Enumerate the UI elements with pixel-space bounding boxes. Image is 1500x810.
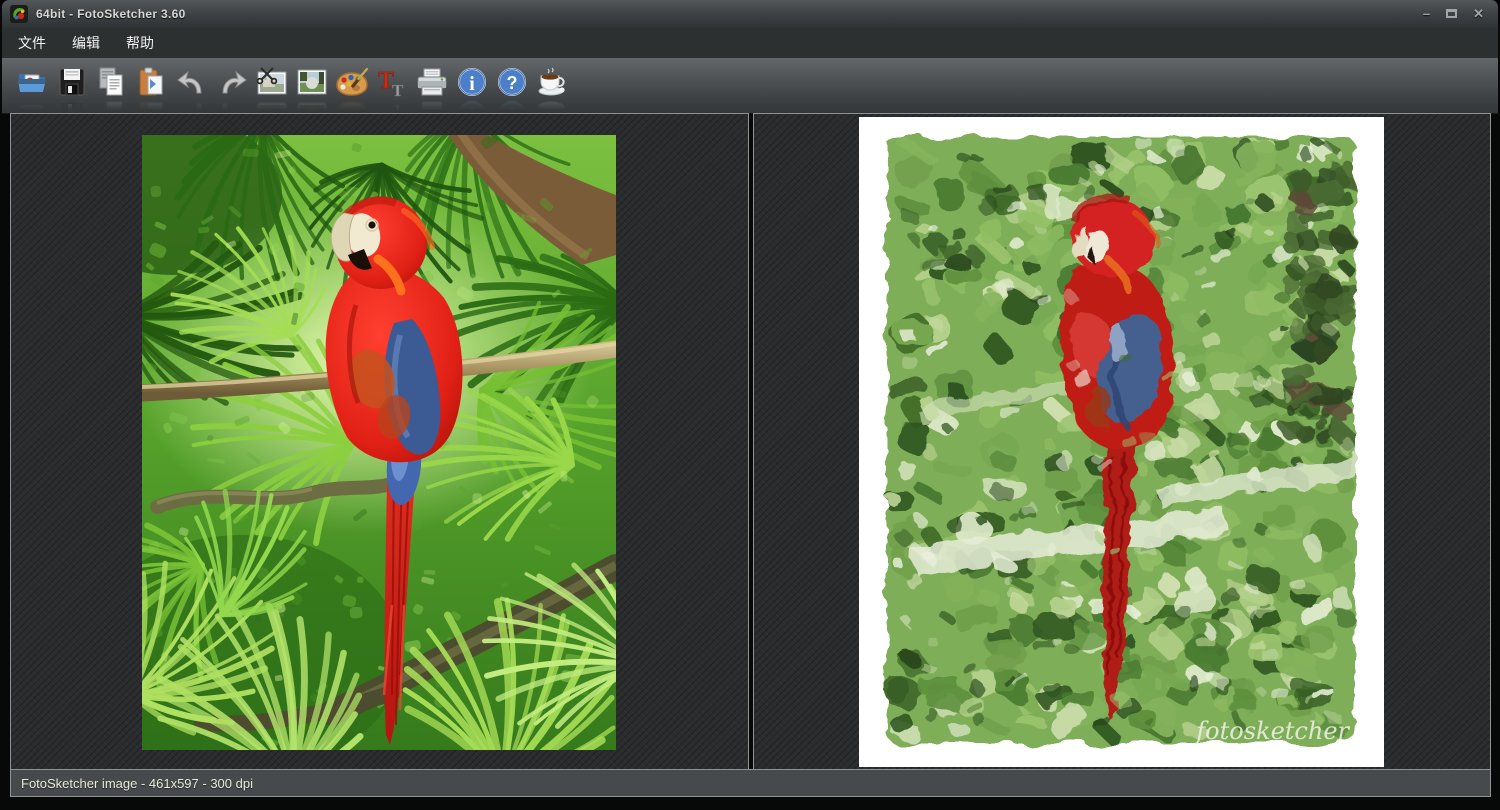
- copy-button[interactable]: [94, 64, 130, 108]
- menu-bar: 文件 编辑 帮助: [2, 28, 1498, 58]
- undo-button[interactable]: [174, 64, 210, 108]
- menu-item-help[interactable]: 帮助: [116, 29, 164, 57]
- add-text-button[interactable]: T T: [374, 64, 410, 108]
- photo-icon: [295, 66, 329, 98]
- redo-arrow-icon: [216, 66, 248, 98]
- redo-button[interactable]: [214, 64, 250, 108]
- menu-item-file[interactable]: 文件: [8, 29, 56, 57]
- text-tool-icon: T T: [376, 66, 408, 100]
- open-image-button[interactable]: [14, 64, 50, 108]
- toolbar: T T: [2, 58, 1498, 114]
- close-button[interactable]: ✕: [1473, 7, 1484, 21]
- original-photo-image: [142, 135, 616, 750]
- floppy-disk-icon: [56, 66, 88, 98]
- painted-image: fotosketcher: [859, 117, 1384, 767]
- status-text: FotoSketcher image - 461x597 - 300 dpi: [21, 776, 253, 791]
- open-folder-icon: [16, 66, 48, 98]
- donate-coffee-button[interactable]: [534, 64, 570, 108]
- clipboard-paste-icon: [136, 66, 168, 98]
- coffee-cup-icon: [535, 66, 569, 98]
- original-image-panel[interactable]: [10, 113, 749, 771]
- minimize-button[interactable]: –: [1423, 7, 1430, 21]
- crop-scissors-icon: [255, 66, 289, 98]
- info-button[interactable]: i: [454, 64, 490, 108]
- copy-pages-icon: [96, 66, 128, 98]
- paste-button[interactable]: [134, 64, 170, 108]
- drawing-parameters-button[interactable]: [334, 64, 370, 108]
- help-icon: ?: [496, 66, 528, 98]
- info-icon: i: [456, 66, 488, 98]
- print-button[interactable]: [414, 64, 450, 108]
- app-window: 64bit - FotoSketcher 3.60 – ✕ 文件 编辑 帮助: [0, 0, 1500, 810]
- svg-text:?: ?: [507, 73, 518, 93]
- fotosketcher-signature: fotosketcher: [1195, 717, 1351, 745]
- painted-image-canvas: fotosketcher: [859, 117, 1384, 767]
- undo-arrow-icon: [176, 66, 208, 98]
- svg-text:i: i: [469, 73, 475, 95]
- palette-icon: [334, 66, 370, 98]
- workspace: fotosketcher: [10, 113, 1491, 771]
- printer-icon: [415, 66, 449, 98]
- maximize-icon: [1446, 9, 1457, 18]
- result-image-panel[interactable]: fotosketcher: [753, 113, 1492, 771]
- crop-image-button[interactable]: [254, 64, 290, 108]
- resize-image-button[interactable]: [294, 64, 330, 108]
- app-logo-icon: [10, 5, 28, 23]
- maximize-button[interactable]: [1446, 7, 1457, 21]
- title-bar: 64bit - FotoSketcher 3.60 – ✕: [2, 0, 1498, 28]
- window-title: 64bit - FotoSketcher 3.60: [36, 7, 186, 21]
- status-bar: FotoSketcher image - 461x597 - 300 dpi: [10, 769, 1491, 797]
- save-button[interactable]: [54, 64, 90, 108]
- original-photo: [142, 135, 616, 750]
- help-button[interactable]: ?: [494, 64, 530, 108]
- menu-item-edit[interactable]: 编辑: [62, 29, 110, 57]
- svg-text:T: T: [392, 81, 404, 100]
